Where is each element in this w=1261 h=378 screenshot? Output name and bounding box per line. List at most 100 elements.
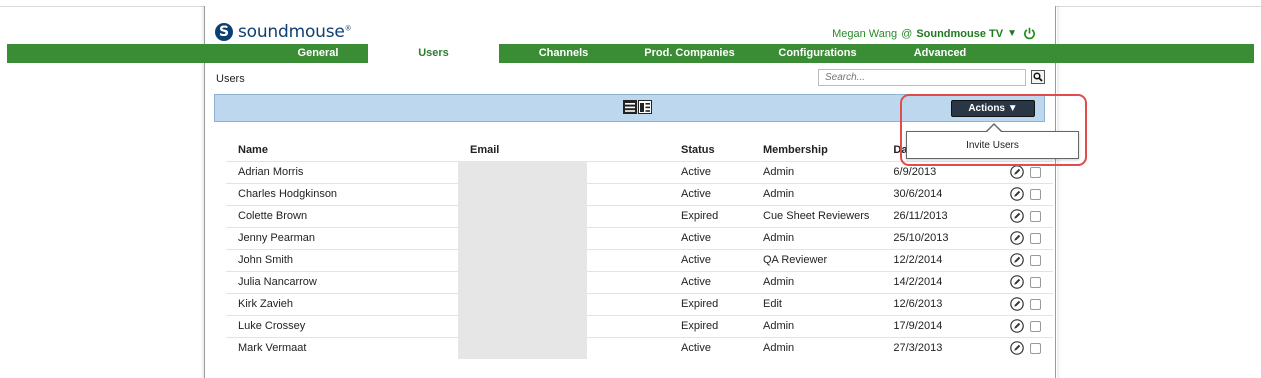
tab-general[interactable]: General [268, 44, 368, 63]
row-select-checkbox[interactable] [1030, 276, 1042, 288]
user-email-cell [458, 314, 587, 337]
users-table-body: Adrian Morris Active Admin 6/9/2013 Charles … [226, 160, 1054, 359]
user-date-created-cell: 30/6/2014 [881, 182, 994, 205]
column-header-email[interactable]: Email [458, 140, 587, 161]
row-select-checkbox[interactable] [1030, 188, 1042, 200]
spacer-cell [587, 248, 669, 271]
list-view-button[interactable] [623, 100, 637, 114]
edit-icon[interactable] [1010, 253, 1025, 267]
search-input[interactable] [818, 69, 1026, 86]
user-membership-cell: Admin [751, 270, 882, 293]
user-account-menu[interactable]: Megan Wang @ Soundmouse TV ▼ [832, 27, 1036, 40]
table-row[interactable]: Julia Nancarrow Active Admin 14/2/2014 [226, 270, 1054, 293]
soundmouse-logo[interactable]: S soundmouse® [215, 22, 352, 42]
tab-advanced[interactable]: Advanced [884, 44, 996, 63]
user-name-cell[interactable]: Julia Nancarrow [226, 270, 458, 293]
user-name-cell[interactable]: Jenny Pearman [226, 226, 458, 249]
detail-view-button[interactable] [638, 100, 652, 114]
column-header-status[interactable]: Status [669, 140, 751, 161]
user-date-created-cell: 14/2/2014 [881, 270, 994, 293]
logo-mark-icon: S [215, 23, 233, 41]
user-email-cell [458, 160, 587, 183]
user-name-cell[interactable]: Charles Hodgkinson [226, 182, 458, 205]
table-row[interactable]: Jenny Pearman Active Admin 25/10/2013 [226, 226, 1054, 249]
edit-icon[interactable] [1010, 231, 1025, 245]
table-row[interactable]: Kirk Zavieh Expired Edit 12/6/2013 [226, 292, 1054, 315]
spacer-cell [587, 182, 669, 205]
row-select-checkbox[interactable] [1030, 342, 1042, 354]
logo-wordmark: soundmouse® [238, 22, 352, 42]
tab-configurations[interactable]: Configurations [751, 44, 884, 63]
spacer-cell [587, 204, 669, 227]
user-email-cell [458, 270, 587, 293]
user-status-cell: Active [669, 248, 751, 271]
spacer-header [587, 140, 669, 161]
row-select-checkbox[interactable] [1030, 166, 1042, 178]
user-date-created-cell: 26/11/2013 [881, 204, 994, 227]
edit-icon[interactable] [1010, 297, 1025, 311]
user-name: Megan Wang [832, 27, 898, 40]
edit-icon[interactable] [1010, 165, 1025, 179]
user-status-cell: Active [669, 336, 751, 359]
row-select-checkbox[interactable] [1030, 320, 1042, 332]
row-actions-cell [993, 292, 1054, 315]
table-row[interactable]: Luke Crossey Expired Admin 17/9/2014 [226, 314, 1054, 337]
tab-prod-companies[interactable]: Prod. Companies [628, 44, 751, 63]
search-icon [1033, 72, 1043, 82]
menu-item-invite-users[interactable]: Invite Users [907, 132, 1078, 159]
user-date-created-cell: 12/6/2013 [881, 292, 994, 315]
edit-icon[interactable] [1010, 341, 1025, 356]
spacer-cell [587, 270, 669, 293]
user-name-cell[interactable]: John Smith [226, 248, 458, 271]
row-select-checkbox[interactable] [1030, 210, 1042, 222]
user-status-cell: Expired [669, 292, 751, 315]
edit-icon[interactable] [1010, 187, 1025, 201]
user-membership-cell: Admin [751, 182, 882, 205]
user-name-cell[interactable]: Colette Brown [226, 204, 458, 227]
user-membership-cell: Admin [751, 336, 882, 359]
logo-text: soundmouse [238, 22, 345, 42]
user-membership-cell: Edit [751, 292, 882, 315]
user-date-created-cell: 17/9/2014 [881, 314, 994, 337]
view-mode-toggle [623, 100, 652, 114]
edit-icon[interactable] [1010, 209, 1025, 223]
row-select-checkbox[interactable] [1030, 254, 1042, 266]
user-membership-cell: Admin [751, 314, 882, 337]
user-status-cell: Active [669, 182, 751, 205]
row-select-checkbox[interactable] [1030, 298, 1042, 310]
user-email-cell [458, 204, 587, 227]
user-name-cell[interactable]: Luke Crossey [226, 314, 458, 337]
user-status-cell: Expired [669, 204, 751, 227]
table-row[interactable]: Colette Brown Expired Cue Sheet Reviewers 2… [226, 204, 1054, 227]
user-name-cell[interactable]: Mark Vermaat [226, 336, 458, 359]
column-header-name[interactable]: Name [226, 140, 458, 161]
table-row[interactable]: Mark Vermaat Active Admin 27/3/2013 [226, 336, 1054, 359]
detail-view-icon [640, 102, 650, 112]
user-email-cell [458, 226, 587, 249]
row-actions-cell [993, 270, 1054, 293]
tab-users[interactable]: Users [368, 44, 499, 63]
user-membership-cell: Admin [751, 226, 882, 249]
user-email-cell [458, 248, 587, 271]
power-icon[interactable] [1023, 27, 1036, 40]
user-name-cell[interactable]: Adrian Morris [226, 160, 458, 183]
user-membership-cell: Cue Sheet Reviewers [751, 204, 882, 227]
table-row[interactable]: John Smith Active QA Reviewer 12/2/2014 [226, 248, 1054, 271]
column-header-membership[interactable]: Membership [751, 140, 881, 161]
user-status-cell: Active [669, 270, 751, 293]
row-select-checkbox[interactable] [1030, 232, 1042, 244]
tab-channels[interactable]: Channels [499, 44, 628, 63]
row-actions-cell [993, 204, 1054, 227]
table-row[interactable]: Charles Hodgkinson Active Admin 30/6/2014 [226, 182, 1054, 205]
spacer-cell [587, 160, 669, 183]
users-table: Name Email Status Membership Date Cre Ad… [226, 140, 1054, 359]
account-dropdown-icon[interactable]: ▼ [1007, 28, 1017, 39]
search-button[interactable] [1031, 70, 1045, 84]
user-status-cell: Expired [669, 314, 751, 337]
user-status-cell: Active [669, 160, 751, 183]
actions-dropdown-menu: Invite Users [906, 131, 1079, 159]
edit-icon[interactable] [1010, 275, 1025, 289]
user-email-cell [458, 292, 587, 315]
edit-icon[interactable] [1010, 319, 1025, 333]
user-name-cell[interactable]: Kirk Zavieh [226, 292, 458, 315]
